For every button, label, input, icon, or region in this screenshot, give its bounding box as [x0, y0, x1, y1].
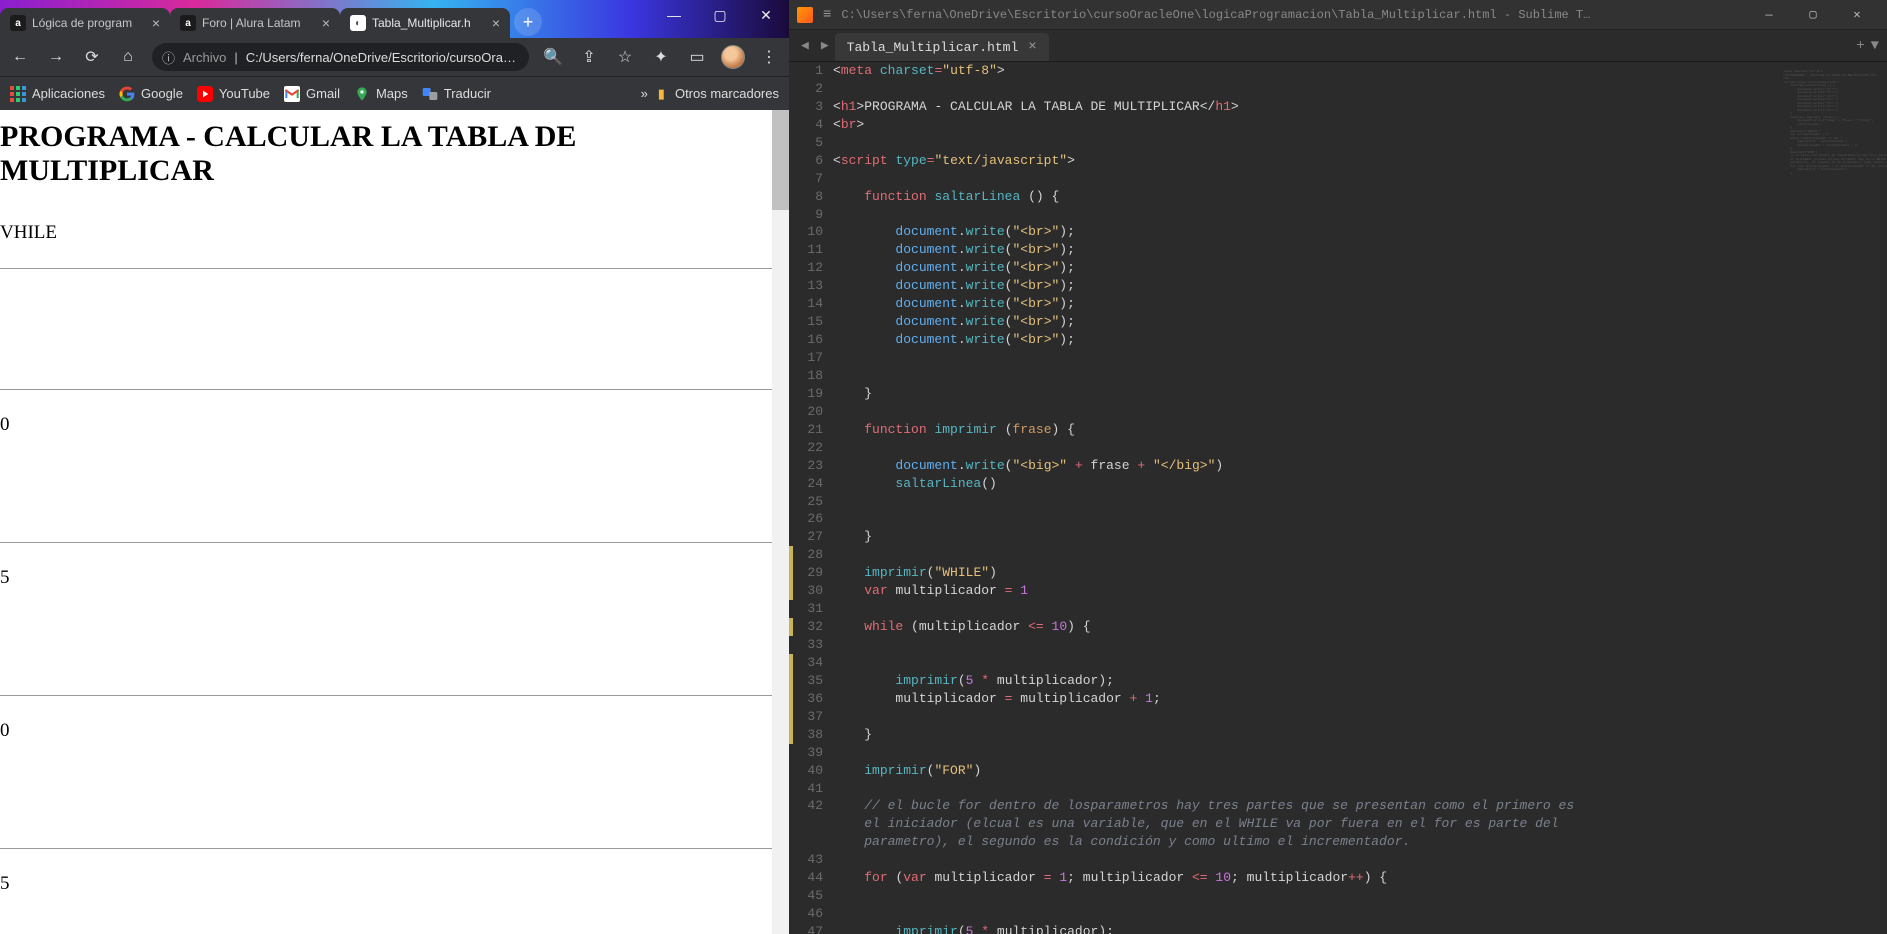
- sublime-titlebar: ≡ C:\Users\ferna\OneDrive\Escritorio\cur…: [789, 0, 1887, 30]
- favicon-alura-icon: a: [10, 15, 26, 31]
- chrome-tabstrip: a Lógica de program × a Foro | Alura Lat…: [0, 0, 789, 38]
- tab-title: Tabla_Multiplicar.h: [372, 16, 486, 30]
- profile-avatar[interactable]: [721, 45, 745, 69]
- menu-icon[interactable]: ⋮: [757, 45, 781, 69]
- bookmark-label: Aplicaciones: [32, 86, 105, 101]
- bookmark-label: Google: [141, 86, 183, 101]
- address-bar[interactable]: ⓘ Archivo | C:/Users/ferna/OneDrive/Escr…: [152, 43, 529, 71]
- favicon-alura-icon: a: [180, 15, 196, 31]
- maps-icon: [354, 86, 370, 102]
- output-line: 5: [0, 567, 789, 589]
- editor-area: 1234567891011121314151617181920212223242…: [789, 62, 1887, 934]
- titlebar-path: C:\Users\ferna\OneDrive\Escritorio\curso…: [841, 8, 1737, 22]
- url-scheme: Archivo: [183, 50, 226, 65]
- page-viewport[interactable]: PROGRAMA - CALCULAR LA TABLA DE MULTIPLI…: [0, 110, 789, 934]
- window-minimize-button[interactable]: —: [651, 0, 697, 30]
- bookmark-label: Maps: [376, 86, 408, 101]
- output-line: 0: [0, 720, 789, 742]
- youtube-icon: [197, 86, 213, 102]
- hamburger-menu-icon[interactable]: ≡: [823, 7, 831, 23]
- bookmark-label: Gmail: [306, 86, 340, 101]
- line-number-gutter: 1234567891011121314151617181920212223242…: [789, 62, 833, 934]
- separator: [0, 542, 789, 543]
- window-close-button[interactable]: ✕: [743, 0, 789, 30]
- bookmarks-overflow: » ▮ Otros marcadores: [641, 86, 779, 102]
- tab-title: Foro | Alura Latam: [202, 16, 316, 30]
- new-tab-button[interactable]: +: [1856, 38, 1864, 54]
- tab-logica[interactable]: a Lógica de program ×: [0, 8, 170, 38]
- back-button[interactable]: ←: [8, 45, 32, 69]
- tab-dropdown-icon[interactable]: ▼: [1871, 38, 1879, 54]
- info-icon: ⓘ: [162, 48, 175, 67]
- url-text: C:/Users/ferna/OneDrive/Escritorio/curso…: [246, 50, 516, 65]
- apps-grid-icon: [10, 86, 26, 102]
- separator: [0, 848, 789, 849]
- output-line: 0: [0, 414, 789, 436]
- separator: [0, 695, 789, 696]
- bookmark-label: YouTube: [219, 86, 270, 101]
- reload-button[interactable]: ⟳: [80, 45, 104, 69]
- tab-nav-fwd-icon[interactable]: ▶: [815, 38, 835, 53]
- tab-close-icon[interactable]: ×: [1028, 39, 1036, 55]
- tab-close-icon[interactable]: ×: [152, 15, 160, 31]
- sublime-tab-active[interactable]: Tabla_Multiplicar.html ×: [835, 33, 1049, 61]
- tab-close-icon[interactable]: ×: [492, 15, 500, 31]
- tab-title: Lógica de program: [32, 16, 146, 30]
- sublime-window-controls: — ▢ ✕: [1747, 1, 1879, 29]
- bookmark-maps[interactable]: Maps: [354, 86, 408, 102]
- bookmark-star-icon[interactable]: ☆: [613, 45, 637, 69]
- bookmark-overflow-icon[interactable]: »: [641, 86, 648, 101]
- chrome-window: a Lógica de program × a Foro | Alura Lat…: [0, 0, 789, 934]
- tab-nav-back-icon[interactable]: ◀: [795, 38, 815, 53]
- bookmarks-bar: Aplicaciones Google YouTube Gmail Maps T…: [0, 76, 789, 110]
- tab-tabla-multiplicar[interactable]: ◐ Tabla_Multiplicar.h ×: [340, 8, 510, 38]
- scrollbar-thumb[interactable]: [772, 110, 789, 210]
- home-button[interactable]: ⌂: [116, 45, 140, 69]
- sublime-window: ≡ C:\Users\ferna\OneDrive\Escritorio\cur…: [789, 0, 1887, 934]
- search-icon[interactable]: 🔍: [541, 45, 565, 69]
- other-bookmarks-button[interactable]: Otros marcadores: [675, 86, 779, 101]
- bookmark-apps[interactable]: Aplicaciones: [10, 86, 105, 102]
- minimap[interactable]: <meta charset="utf-8"><h1>PROGRAMA - CAL…: [1777, 62, 1887, 934]
- translate-icon: [422, 86, 438, 102]
- page-title: PROGRAMA - CALCULAR LA TABLA DE MULTIPLI…: [0, 120, 789, 188]
- google-icon: [119, 86, 135, 102]
- extensions-icon[interactable]: ✦: [649, 45, 673, 69]
- bookmark-gmail[interactable]: Gmail: [284, 86, 340, 102]
- bookmark-translate[interactable]: Traducir: [422, 86, 491, 102]
- window-maximize-button[interactable]: ▢: [1791, 1, 1835, 29]
- separator: [0, 389, 789, 390]
- chrome-window-controls: — ▢ ✕: [651, 0, 789, 30]
- share-icon[interactable]: ⇪: [577, 45, 601, 69]
- url-separator: |: [234, 50, 237, 65]
- separator: [0, 268, 789, 269]
- chrome-toolbar: ← → ⟳ ⌂ ⓘ Archivo | C:/Users/ferna/OneDr…: [0, 38, 789, 76]
- sublime-logo-icon: [797, 7, 813, 23]
- bookmark-label: Traducir: [444, 86, 491, 101]
- gmail-icon: [284, 86, 300, 102]
- sublime-tabstrip: ◀ ▶ Tabla_Multiplicar.html × + ▼: [789, 30, 1887, 62]
- output-line: 5: [0, 873, 789, 895]
- bookmark-youtube[interactable]: YouTube: [197, 86, 270, 102]
- bookmark-google[interactable]: Google: [119, 86, 183, 102]
- window-minimize-button[interactable]: —: [1747, 1, 1791, 29]
- sublime-tab-label: Tabla_Multiplicar.html: [847, 40, 1019, 55]
- tab-close-icon[interactable]: ×: [322, 15, 330, 31]
- page-content: PROGRAMA - CALCULAR LA TABLA DE MULTIPLI…: [0, 120, 789, 934]
- window-close-button[interactable]: ✕: [1835, 1, 1879, 29]
- favicon-globe-icon: ◐: [350, 15, 366, 31]
- code-area[interactable]: <meta charset="utf-8"><h1>PROGRAMA - CAL…: [833, 62, 1777, 934]
- sidepanel-icon[interactable]: ▭: [685, 45, 709, 69]
- window-maximize-button[interactable]: ▢: [697, 0, 743, 30]
- new-tab-button[interactable]: +: [514, 8, 542, 36]
- forward-button[interactable]: →: [44, 45, 68, 69]
- output-line: VHILE: [0, 222, 789, 244]
- scrollbar-track[interactable]: [772, 110, 789, 934]
- tab-foro[interactable]: a Foro | Alura Latam ×: [170, 8, 340, 38]
- folder-icon: ▮: [658, 86, 665, 102]
